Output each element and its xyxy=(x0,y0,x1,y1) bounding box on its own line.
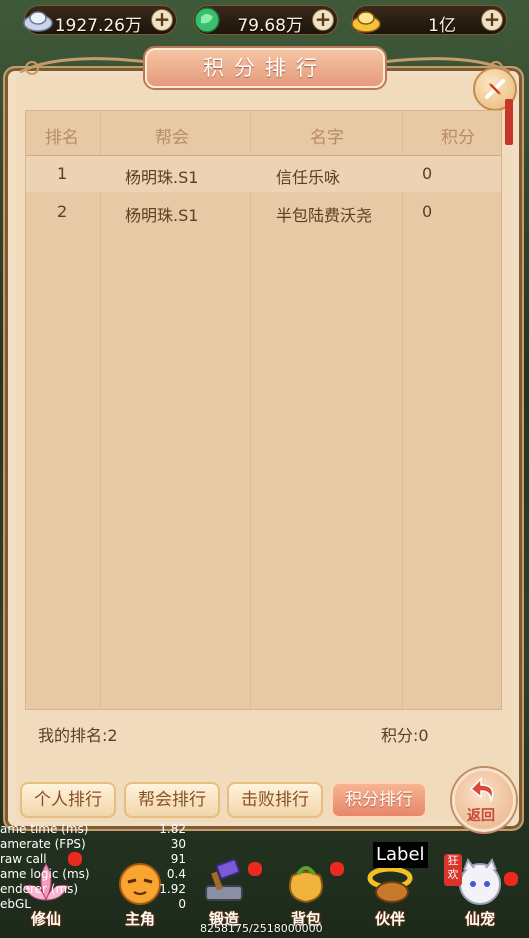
nav-xianchong[interactable]: 狂欢 仙宠 xyxy=(440,846,520,938)
currency-bar: 1927.26万 + 79.68万 + 1亿 + xyxy=(0,0,529,42)
header-guild: 帮会 xyxy=(155,128,189,148)
tab-personal-rank[interactable]: 个人排行 xyxy=(20,782,116,818)
tab-score-rank[interactable]: 积分排行 xyxy=(331,782,427,818)
event-tag: 狂欢 xyxy=(444,854,462,886)
memory-readout: 8258175/2518000000 xyxy=(200,922,323,935)
header-score: 积分 xyxy=(441,128,475,148)
return-label: 返回 xyxy=(467,808,495,824)
row-rank: 2 xyxy=(57,202,68,221)
add-jade-button[interactable]: + xyxy=(312,9,334,31)
bag-icon xyxy=(288,866,324,904)
row-score: 0 xyxy=(422,164,433,183)
anvil-hammer-icon xyxy=(205,858,243,901)
stat-key: enderer (ms) xyxy=(0,882,79,896)
stat-value: 1.82 xyxy=(159,822,186,836)
add-silver-button[interactable]: + xyxy=(151,9,173,31)
stat-value: 1.92 xyxy=(159,882,186,896)
notification-dot xyxy=(330,862,344,876)
stat-key: ebGL xyxy=(0,897,31,911)
panel-title: 积分排行 xyxy=(145,48,385,88)
my-rank-text: 我的排名:2 xyxy=(38,726,118,745)
row-guild: 杨明珠.S1 xyxy=(125,168,199,187)
row-name: 信任乐咏 xyxy=(276,168,341,187)
tab-defeat-rank[interactable]: 击败排行 xyxy=(227,782,323,818)
left-scroll-ornament xyxy=(20,57,149,75)
ranking-table: 排名 帮会 名字 积分 1 杨明珠.S1 信任乐咏 0 2 杨明珠.S1 半包陆… xyxy=(25,110,502,710)
jade-currency: 79.68万 + xyxy=(193,5,338,36)
stat-key: amerate (FPS) xyxy=(0,837,86,851)
row-guild: 杨明珠.S1 xyxy=(125,206,199,225)
header-name: 名字 xyxy=(310,128,344,148)
notification-dot xyxy=(248,862,262,876)
stat-value: 0.4 xyxy=(166,867,186,881)
silver-currency: 1927.26万 + xyxy=(23,5,177,36)
stat-key: ame logic (ms) xyxy=(0,867,90,881)
row-score: 0 xyxy=(422,202,433,221)
stat-value: 30 xyxy=(170,837,186,851)
add-gold-button[interactable]: + xyxy=(481,9,503,31)
stat-value: 91 xyxy=(170,852,186,866)
table-row[interactable]: 1 杨明珠.S1 信任乐咏 0 xyxy=(26,156,501,192)
table-row[interactable]: 2 杨明珠.S1 半包陆费沃尧 0 xyxy=(26,194,501,230)
close-button[interactable] xyxy=(473,67,517,145)
close-icon xyxy=(485,79,505,99)
stat-key: ame time (ms) xyxy=(0,822,89,836)
my-score-text: 积分:0 xyxy=(381,726,429,745)
return-arrow-icon xyxy=(469,777,494,802)
gold-amount: 1亿 xyxy=(428,16,456,36)
silver-ingot-icon xyxy=(23,11,53,32)
row-rank: 1 xyxy=(57,164,68,183)
header-rank: 排名 xyxy=(45,128,79,148)
return-button[interactable]: 返回 xyxy=(452,768,516,832)
row-name: 半包陆费沃尧 xyxy=(276,206,373,225)
gold-ingot-icon xyxy=(351,11,381,33)
table-header: 排名 帮会 名字 积分 xyxy=(26,111,501,156)
nav-label: 伙伴 xyxy=(374,910,405,928)
close-ribbon xyxy=(505,99,513,145)
debug-label: Label xyxy=(373,842,428,868)
debug-stats: ame time (ms) 1.82 amerate (FPS) 30 raw ca… xyxy=(0,822,200,912)
jade-amount: 79.68万 xyxy=(237,16,303,36)
stat-value: 0 xyxy=(178,897,186,911)
gold-currency: 1亿 + xyxy=(351,5,507,36)
silver-amount: 1927.26万 xyxy=(54,16,142,36)
nav-label: 仙宠 xyxy=(464,910,495,928)
tab-guild-rank[interactable]: 帮会排行 xyxy=(124,782,220,818)
notification-dot xyxy=(504,872,518,886)
jade-icon xyxy=(194,7,220,33)
stat-key: raw call xyxy=(0,852,47,866)
